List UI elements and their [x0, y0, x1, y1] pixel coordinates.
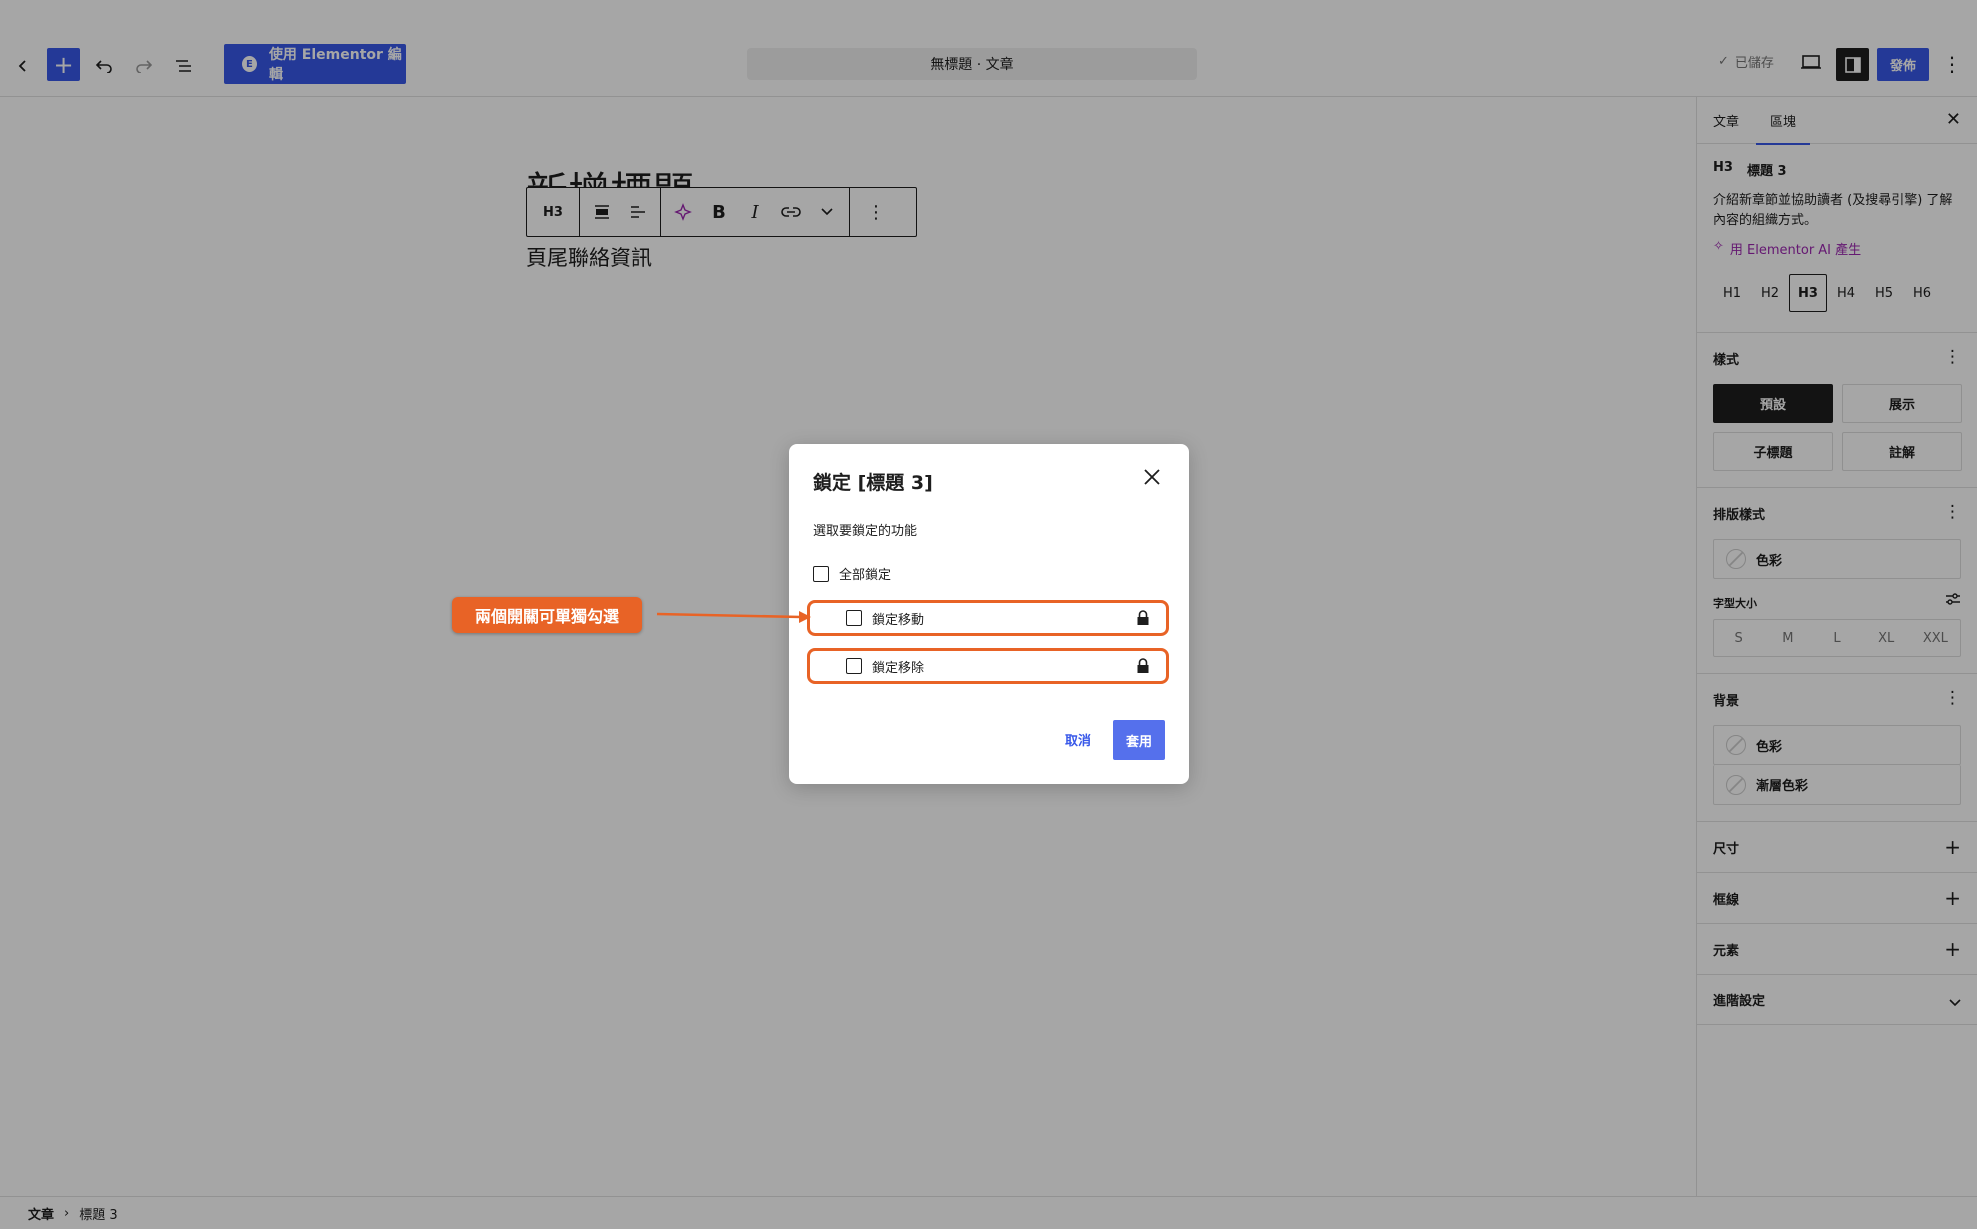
annotation-arrow-icon: [656, 611, 811, 623]
lock-move-option[interactable]: 鎖定移動: [807, 600, 1169, 636]
lock-remove-checkbox[interactable]: [846, 658, 862, 674]
lock-icon: [1136, 658, 1150, 678]
close-dialog-icon[interactable]: [1139, 464, 1165, 490]
lock-remove-option[interactable]: 鎖定移除: [807, 648, 1169, 684]
lock-block-dialog: 鎖定 [標題 3] 選取要鎖定的功能 全部鎖定 鎖定移動 鎖定移除 取消 套用: [789, 444, 1189, 784]
lock-icon: [1136, 610, 1150, 630]
apply-button[interactable]: 套用: [1113, 720, 1165, 760]
lock-move-checkbox[interactable]: [846, 610, 862, 626]
dialog-title: 鎖定 [標題 3]: [813, 472, 933, 494]
lock-all-checkbox[interactable]: [813, 565, 829, 582]
dialog-subtitle: 選取要鎖定的功能: [813, 524, 918, 539]
annotation-callout: 兩個開關可單獨勾選: [452, 597, 642, 633]
cancel-button[interactable]: 取消: [1065, 730, 1091, 749]
lock-all-option[interactable]: 全部鎖定: [813, 564, 891, 583]
